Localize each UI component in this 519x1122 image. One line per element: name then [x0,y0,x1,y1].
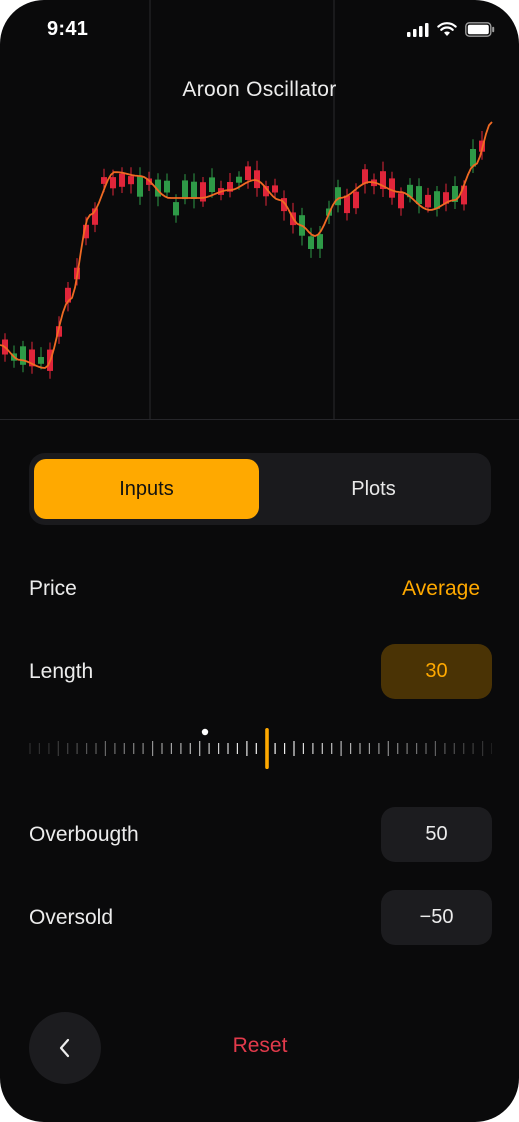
price-chart[interactable]: Aroon Oscillator [0,0,519,420]
candle-body [317,234,323,249]
oversold-field[interactable]: −50 [381,890,492,945]
wifi-icon [437,22,457,36]
back-button[interactable] [29,1012,101,1084]
candle-body [389,178,395,198]
candle-body [110,177,116,189]
candle-body [173,202,179,216]
candle-body [20,346,26,365]
price-label: Price [29,577,77,600]
length-ruler-slider[interactable] [29,722,492,774]
status-icons [407,22,495,37]
tab-inputs[interactable]: Inputs [34,459,259,519]
candle-body [308,236,314,249]
phone-screen: Aroon Oscillator 9:41 Inputs Plots Price… [0,0,519,1122]
candle-body [272,185,278,193]
candle-body [38,357,44,364]
status-bar: 9:41 [0,0,519,60]
reset-button[interactable]: Reset [200,1034,320,1058]
candle-body [344,195,350,214]
candle-body [119,173,125,187]
candle-body [137,175,143,197]
oversold-label: Oversold [29,906,114,929]
candle-body [335,187,341,206]
candle-body [425,194,431,208]
indicator-title: Aroon Oscillator [182,78,337,101]
candlestick-chart[interactable] [0,0,519,419]
price-value-select[interactable]: Average [402,577,480,601]
candle-body [398,193,404,209]
status-time: 9:41 [47,18,89,40]
candle-body [209,177,215,192]
tab-switcher: Inputs Plots [29,453,491,525]
candle-body [353,191,359,209]
candle-body [182,180,188,200]
tab-plots[interactable]: Plots [261,459,486,519]
candle-body [236,176,242,183]
length-label: Length [29,660,94,683]
candle-body [416,186,422,204]
ruler-marker-dot [201,728,209,736]
battery-icon [465,22,495,37]
chevron-left-icon [59,1038,70,1058]
candle-body [191,181,197,199]
candle-body [245,166,251,180]
cellular-signal-icon [407,22,429,37]
moving-average-line [0,121,493,369]
overbought-field[interactable]: 50 [381,807,492,862]
length-field[interactable]: 30 [381,644,492,699]
candle-body [164,180,170,193]
candle-body [128,176,134,185]
ruler-thumb [265,728,269,769]
overbought-label: Overbougth [29,823,139,846]
